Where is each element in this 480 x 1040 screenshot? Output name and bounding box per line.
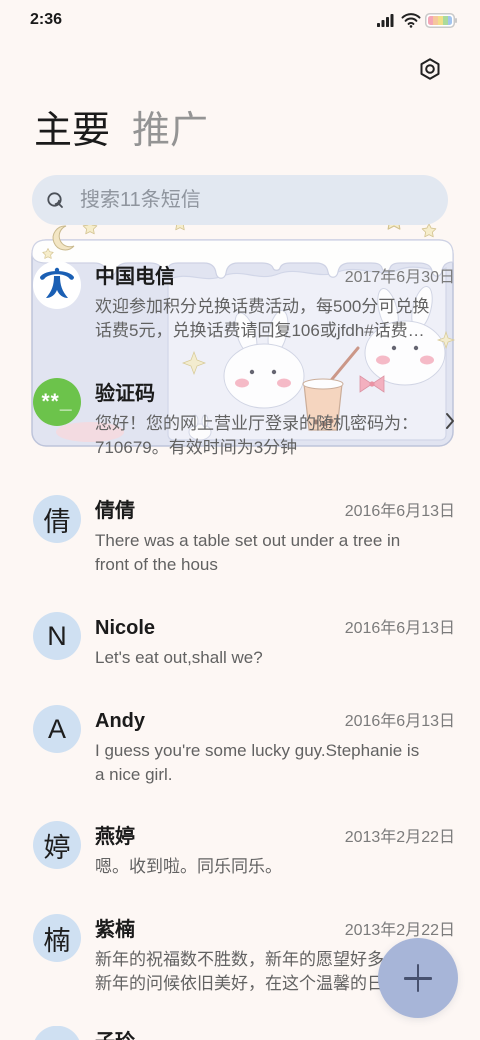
search-icon	[47, 192, 63, 208]
tab-promotions[interactable]: 推广	[132, 107, 208, 155]
message-date: 2013年2月22日	[344, 922, 455, 939]
message-date: 2016年6月13日	[344, 503, 455, 520]
china-telecom-logo-icon	[40, 267, 74, 298]
preview-line: 嗯。收到啦。同乐同乐。	[95, 857, 282, 876]
preview-line: 欢迎参加积分兑换话费活动，每500分可兑换	[95, 297, 430, 316]
avatar: **_	[33, 378, 81, 426]
star-icon	[421, 223, 437, 238]
preview-line: 话费5元，兑换话费请回复106或jfdh#话费…	[95, 321, 425, 340]
conversation-item[interactable]: **_ 验证码 您好！您的网上营业厅登录的随机密码为： 710679。有效时间为…	[0, 362, 480, 479]
message-preview: 嗯。收到啦。同乐同乐。	[95, 855, 457, 879]
conversation-item[interactable]: 中国电信 2017年6月30日 欢迎参加积分兑换话费活动，每500分可兑换 话费…	[0, 245, 480, 362]
signal-icon	[377, 14, 394, 27]
messages-app: 2:36 主要 推广 搜索11条短信 中国电信 2017年6月30日 欢迎参加积…	[0, 0, 480, 1040]
preview-line: a nice girl.	[95, 765, 173, 784]
message-preview: 您好！您的网上营业厅登录的随机密码为： 710679。有效时间为3分钟	[95, 412, 457, 460]
status-time: 2:36	[30, 11, 63, 28]
preview-line: front of the hous	[95, 555, 218, 574]
chevron-right-icon[interactable]	[443, 410, 457, 432]
preview-line: 710679。有效时间为3分钟	[95, 438, 298, 457]
message-date: 2016年6月13日	[344, 620, 455, 637]
avatar: 楠	[33, 914, 81, 962]
battery-icon	[425, 13, 457, 28]
message-preview: Let's eat out,shall we?	[95, 646, 457, 670]
avatar: A	[33, 705, 81, 753]
tab-primary[interactable]: 主要	[34, 107, 110, 155]
wifi-icon	[401, 13, 421, 28]
preview-line: Let's eat out,shall we?	[95, 648, 263, 667]
message-preview: I guess you're some lucky guy.Stephanie …	[95, 739, 457, 787]
contact-name: 验证码	[95, 383, 155, 405]
avatar	[33, 261, 81, 309]
avatar	[33, 1026, 81, 1040]
preview-line: 您好！您的网上营业厅登录的随机密码为：	[95, 414, 418, 433]
avatar: 倩	[33, 495, 81, 543]
contact-name: Nicole	[95, 617, 156, 639]
preview-line: There was a table set out under a tree i…	[95, 531, 401, 550]
preview-line: I guess you're some lucky guy.Stephanie …	[95, 741, 420, 760]
conversation-item[interactable]: 婷 燕婷 2013年2月22日 嗯。收到啦。同乐同乐。	[0, 805, 480, 898]
avatar: 婷	[33, 821, 81, 869]
search-input[interactable]	[80, 175, 430, 225]
contact-name: 子玲	[95, 1030, 135, 1040]
avatar: N	[33, 612, 81, 660]
contact-name: 中国电信	[95, 266, 175, 288]
message-preview: There was a table set out under a tree i…	[95, 529, 457, 577]
search-bar[interactable]	[32, 175, 448, 225]
contact-name: Andy	[95, 710, 145, 732]
contact-name: 燕婷	[95, 826, 135, 848]
new-message-button[interactable]	[378, 938, 458, 1018]
message-date: 2016年6月13日	[344, 713, 455, 730]
message-date: 2013年2月22日	[344, 829, 455, 846]
conversation-item[interactable]: A Andy 2016年6月13日 I guess you're some lu…	[0, 689, 480, 805]
contact-name: 紫楠	[95, 919, 135, 941]
conversation-item[interactable]: 倩 倩倩 2016年6月13日 There was a table set ou…	[0, 479, 480, 596]
settings-icon[interactable]	[418, 57, 442, 81]
contact-name: 倩倩	[95, 500, 135, 522]
message-date: 2017年6月30日	[344, 269, 455, 286]
message-preview: 欢迎参加积分兑换话费活动，每500分可兑换 话费5元，兑换话费请回复106或jf…	[95, 295, 457, 343]
conversation-item[interactable]: N Nicole 2016年6月13日 Let's eat out,shall …	[0, 596, 480, 689]
